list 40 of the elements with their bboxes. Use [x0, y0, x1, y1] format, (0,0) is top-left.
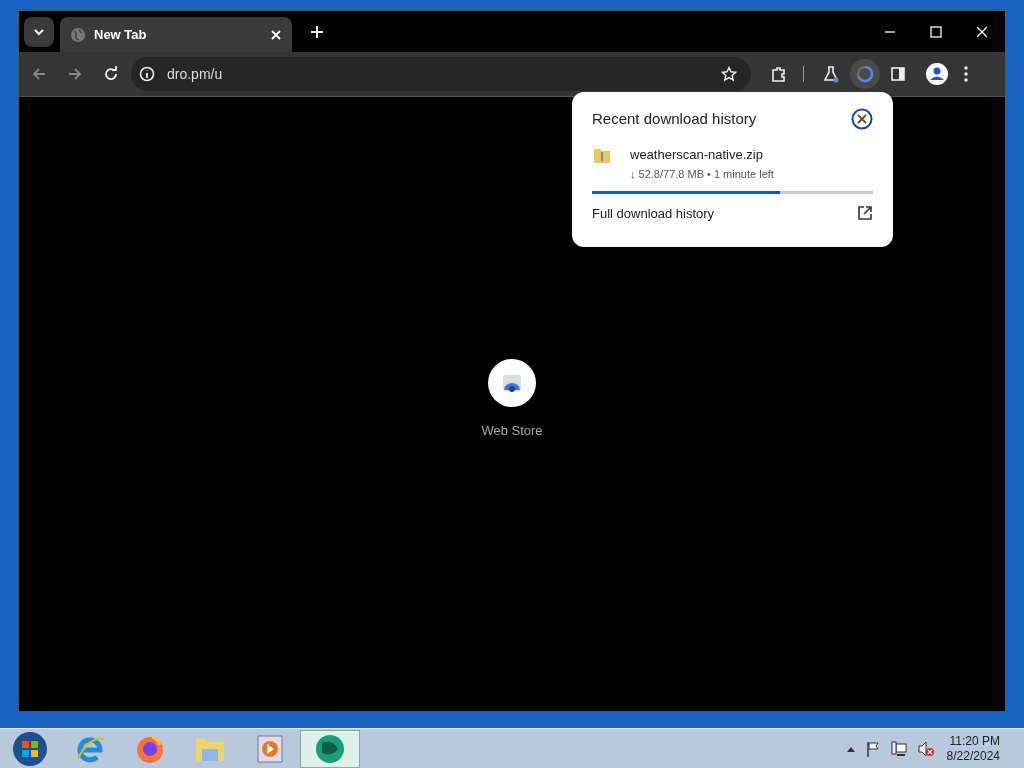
address-bar[interactable]: dro.pm/u	[131, 57, 751, 91]
external-link-icon[interactable]	[857, 205, 873, 222]
browser-tab[interactable]: New Tab	[60, 17, 292, 52]
download-filename: weatherscan-native.zip	[630, 145, 764, 164]
download-button[interactable]	[850, 59, 880, 89]
clock-time: 11:20 PM	[949, 733, 1000, 749]
popup-title: Recent download history	[592, 109, 757, 129]
maximize-icon[interactable]	[930, 25, 942, 38]
back-icon[interactable]	[31, 66, 47, 82]
tab-search-button[interactable]	[24, 16, 54, 47]
flag-icon[interactable]	[864, 740, 881, 757]
menu-icon[interactable]	[964, 66, 968, 82]
side-panel-icon[interactable]	[890, 66, 906, 82]
info-icon[interactable]	[139, 66, 155, 82]
network-icon[interactable]	[890, 740, 907, 757]
profile-icon[interactable]	[926, 63, 948, 85]
taskbar-button[interactable]	[300, 729, 360, 768]
play-button-icon	[257, 734, 283, 763]
caret-up-icon[interactable]	[846, 745, 855, 752]
puzzle-icon[interactable]	[771, 66, 787, 82]
clock-date: 8/22/2024	[946, 748, 1000, 764]
close-icon[interactable]	[851, 108, 873, 131]
forward-icon[interactable]	[67, 66, 83, 82]
globe-icon	[70, 26, 86, 43]
flask-icon[interactable]	[822, 65, 840, 83]
tab-title: New Tab	[94, 25, 148, 44]
shortcut-label: Web Store	[481, 422, 543, 440]
sphere-icon	[314, 732, 346, 765]
url-text: dro.pm/u	[167, 64, 224, 84]
chevron-down-icon	[33, 27, 45, 36]
muted-speaker-icon[interactable]	[916, 740, 935, 757]
start-orb-icon	[12, 730, 48, 767]
download-status: ↓ 52.8/77.8 MB • 1 minute left	[630, 167, 774, 182]
star-icon[interactable]	[721, 66, 737, 82]
shortcut-tile[interactable]	[488, 359, 536, 407]
full-history-link[interactable]: Full download history	[592, 203, 715, 223]
reload-icon[interactable]	[103, 66, 119, 82]
store-icon	[500, 373, 524, 393]
new-tab-icon[interactable]	[310, 24, 324, 39]
progress-ring-icon	[856, 65, 874, 83]
